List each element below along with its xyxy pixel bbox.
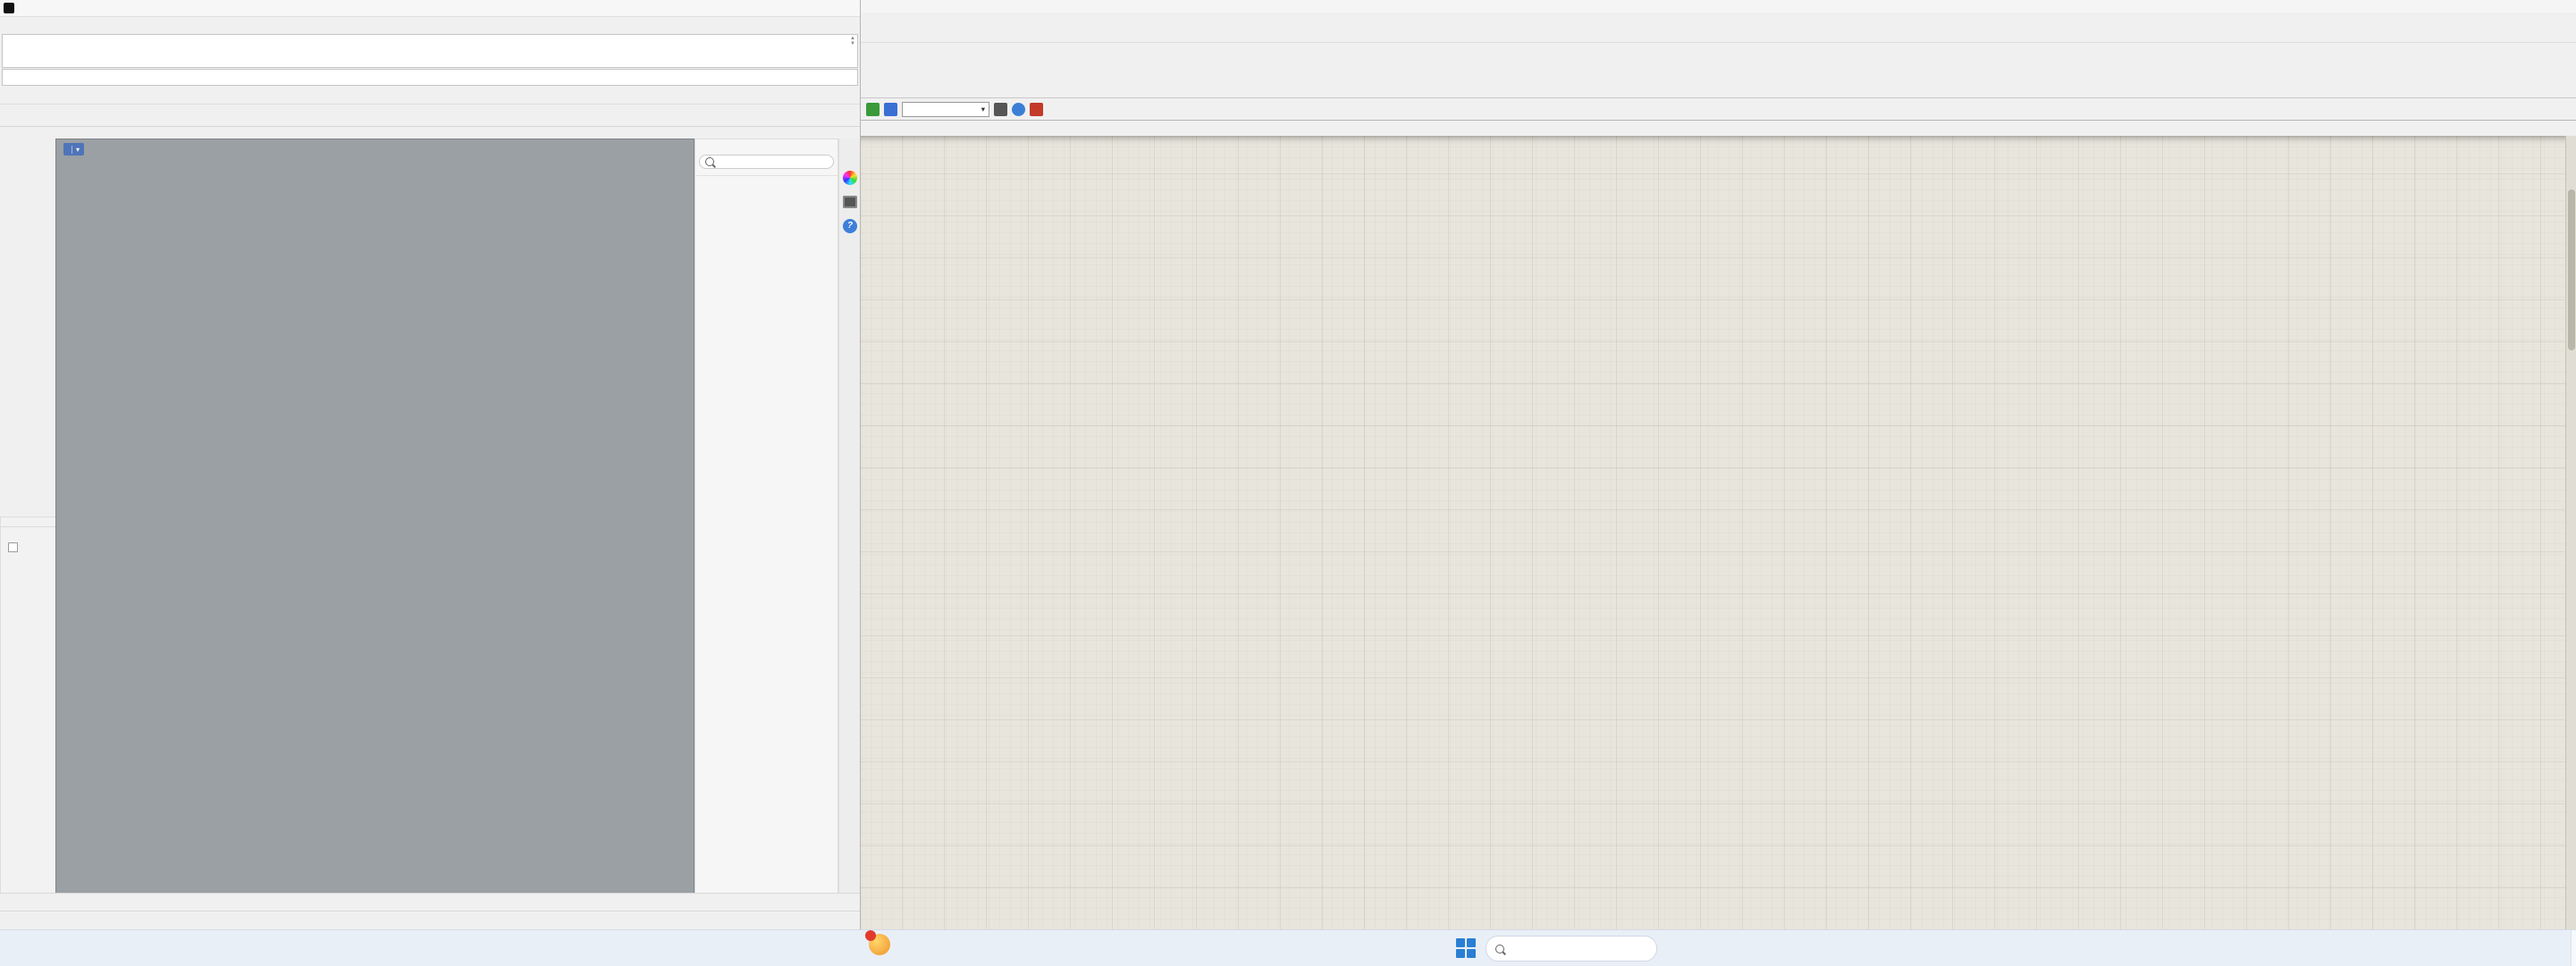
zoom-extents-icon[interactable] <box>994 103 1007 116</box>
command-prompt[interactable] <box>2 69 858 86</box>
checkbox[interactable] <box>8 542 18 552</box>
gh-canvas[interactable] <box>861 136 2576 929</box>
notification-badge <box>865 930 876 941</box>
layer-columns <box>695 172 838 176</box>
maximize-button[interactable] <box>808 0 834 16</box>
start-button[interactable] <box>1455 937 1478 961</box>
viewport-label[interactable]: ▾ <box>63 143 84 155</box>
viewport-top[interactable]: ▾ <box>55 139 695 895</box>
layer-toolbar-2 <box>695 148 838 152</box>
zoom-select[interactable]: ▾ <box>902 102 989 117</box>
command-history: ▲▼ <box>2 34 858 68</box>
wires-layer <box>861 136 2576 929</box>
rhino-app-icon <box>4 3 14 13</box>
weather-icon <box>869 934 890 955</box>
gh-component-tabs <box>861 27 2576 42</box>
rhino-statusbar <box>0 911 860 929</box>
search-icon <box>1495 945 1504 953</box>
show-desktop-sliver[interactable] <box>2571 930 2576 966</box>
canvas-scrollbar[interactable] <box>2565 136 2576 929</box>
rhino-toolbar-tabs <box>0 86 860 105</box>
screen: ▲▼ ▾ <box>0 0 2576 966</box>
history-scroll[interactable]: ▲▼ <box>850 36 855 46</box>
taskbar <box>0 929 2576 966</box>
search-icon <box>705 157 714 166</box>
chevron-down-icon: ▾ <box>981 105 985 114</box>
sketch-pen-icon[interactable] <box>1030 103 1043 116</box>
minimize-button[interactable] <box>782 0 808 16</box>
layers-panel <box>695 139 838 895</box>
save-file-icon[interactable] <box>884 103 897 116</box>
panel-tab-strip: ? <box>838 139 861 926</box>
gh-canvas-toolbar: ▾ <box>861 98 2576 121</box>
rhino-titlebar <box>0 0 860 17</box>
close-button[interactable] <box>834 0 860 16</box>
rhino-window-buttons <box>782 0 860 16</box>
rhino-menubar <box>0 17 860 33</box>
rhino-toolbar-icons <box>0 105 860 127</box>
gh-menubar <box>861 13 2576 27</box>
gh-ribbon <box>861 42 2576 98</box>
close-button[interactable] <box>2554 0 2576 13</box>
gh-window-buttons <box>2507 0 2576 13</box>
chevron-down-icon[interactable]: ▾ <box>72 146 80 154</box>
rhino-window: ▲▼ ▾ <box>0 0 861 929</box>
scrollbar-thumb[interactable] <box>2568 189 2575 350</box>
maximize-button[interactable] <box>2530 0 2554 13</box>
taskbar-center <box>1455 936 1671 962</box>
rhino-main-area: ▾ <box>0 139 860 894</box>
minimize-button[interactable] <box>2507 0 2530 13</box>
display-icon[interactable] <box>843 196 857 208</box>
grasshopper-window: ▾ <box>860 0 2576 929</box>
color-wheel-icon[interactable] <box>843 171 857 185</box>
layer-search[interactable] <box>699 155 834 169</box>
viewport-tabs <box>0 893 860 911</box>
preview-eye-icon[interactable] <box>1012 103 1025 116</box>
help-icon[interactable]: ? <box>843 219 857 233</box>
weather-widget[interactable] <box>869 934 895 955</box>
gh-titlebar <box>861 0 2576 13</box>
taskbar-search[interactable] <box>1486 936 1657 962</box>
open-file-icon[interactable] <box>866 103 880 116</box>
